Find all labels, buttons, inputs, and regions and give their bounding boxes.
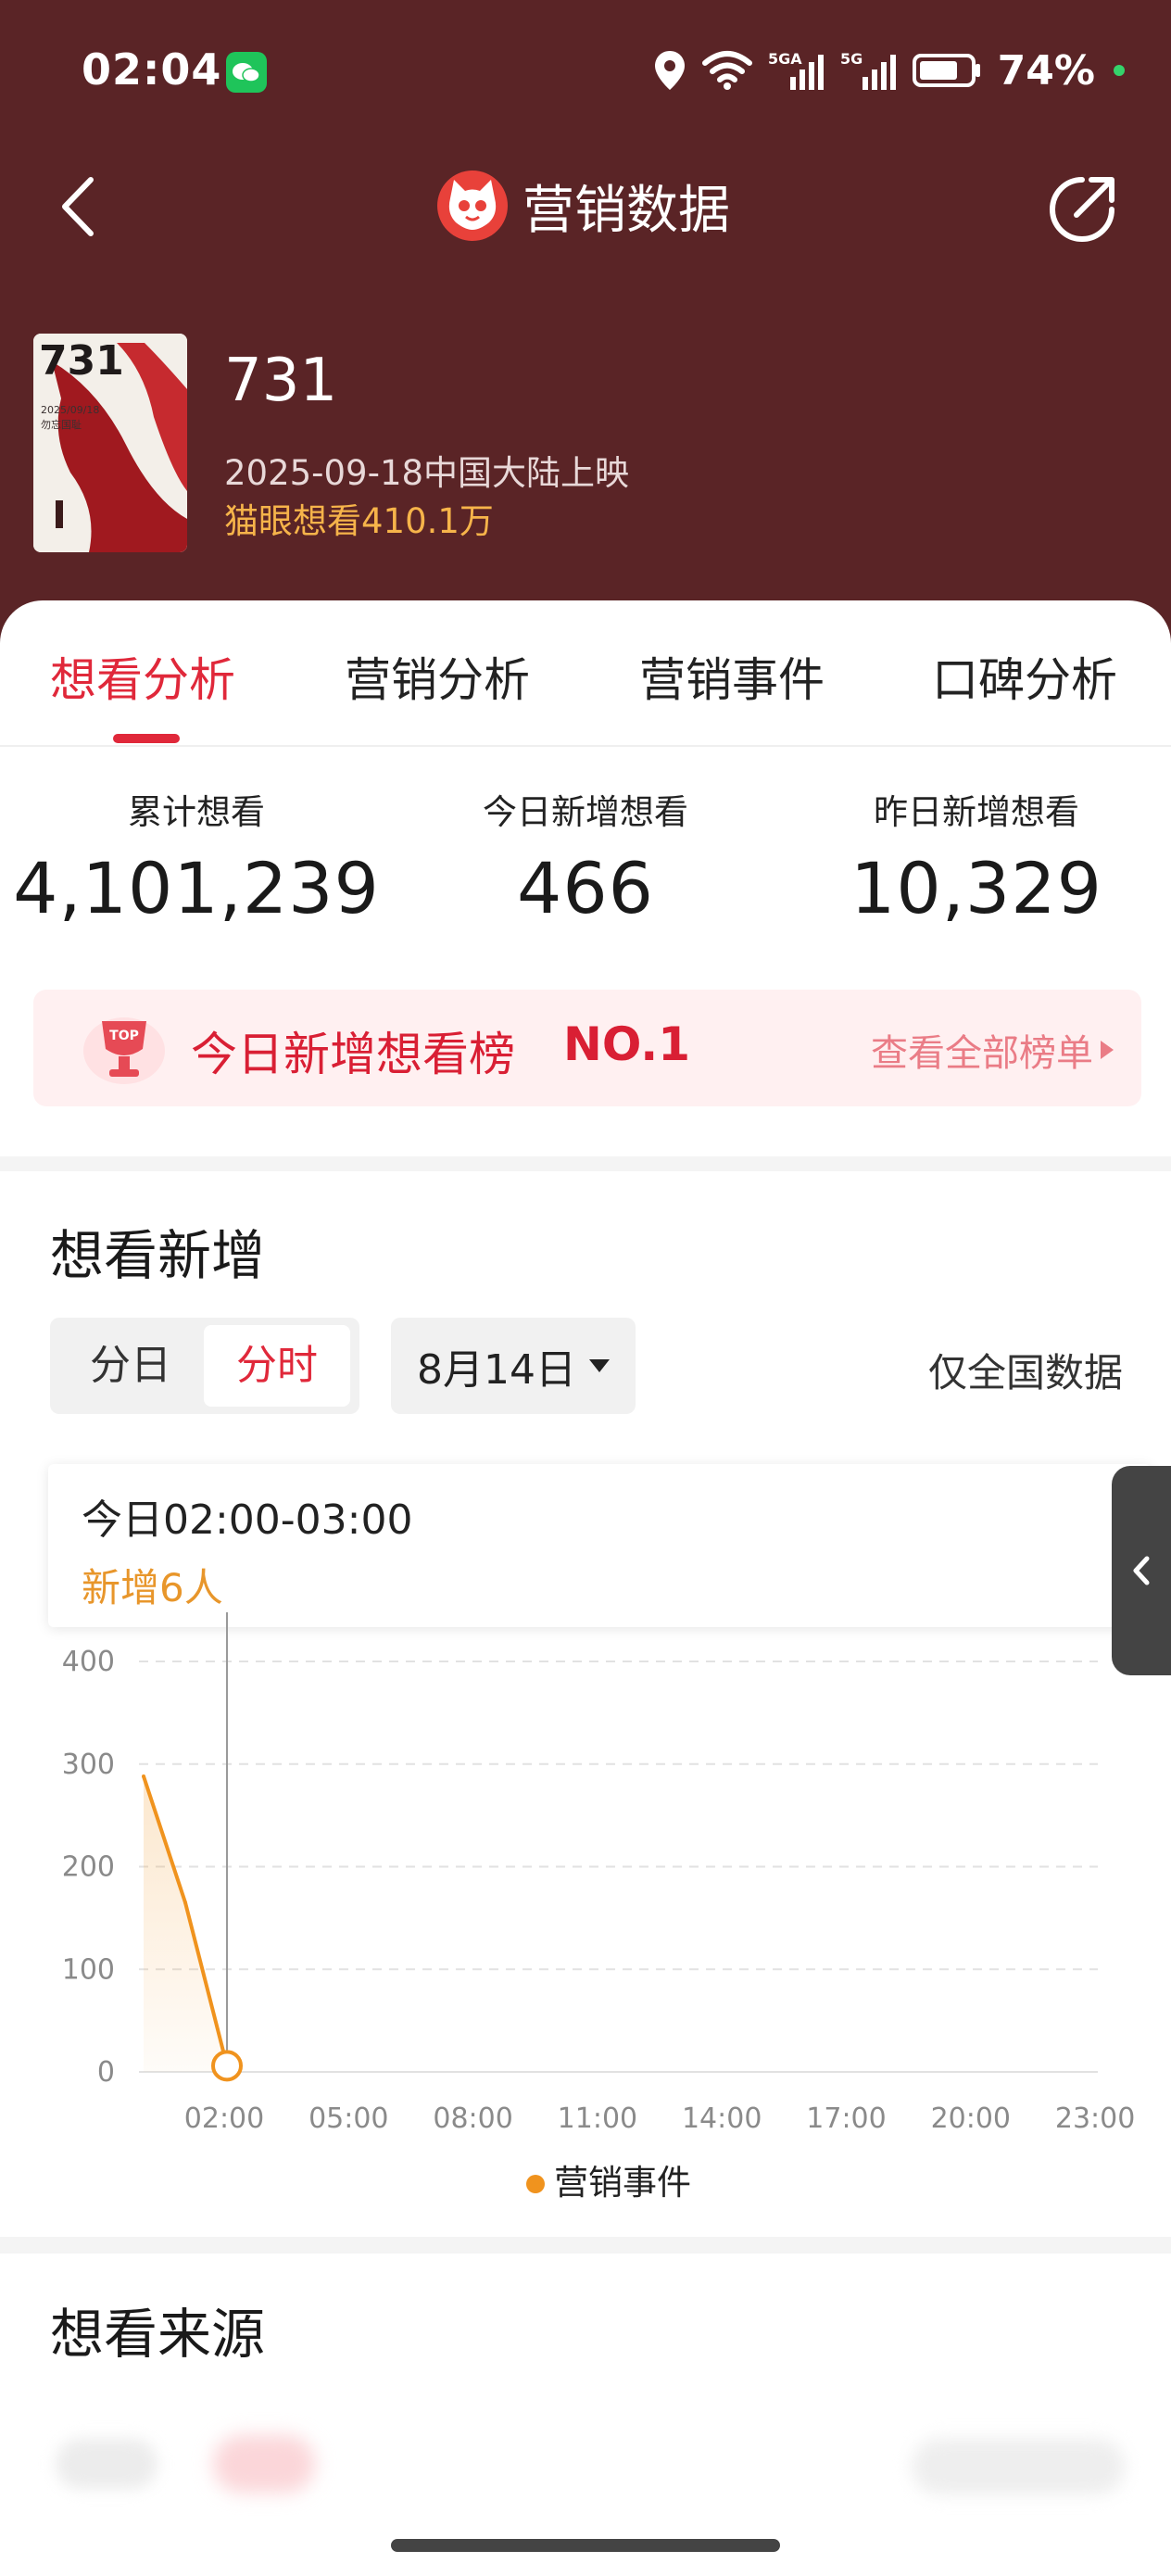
x-tick-label: 20:00 <box>931 2102 1011 2135</box>
section-title: 想看来源 <box>50 2303 266 2366</box>
movie-title: 731 <box>224 347 338 415</box>
ranking-banner[interactable]: TOP 今日新增想看榜 NO.1 查看全部榜单 <box>33 990 1141 1106</box>
triangle-right-icon <box>1101 1041 1114 1059</box>
stat-yesterday-new-want: 昨日新增想看 10,329 <box>791 784 1162 929</box>
movie-want-count: 猫眼想看410.1万 <box>224 501 494 541</box>
trophy-badge: TOP <box>109 1029 139 1043</box>
stat-total-want: 累计想看 4,101,239 <box>11 784 382 929</box>
blurred-content <box>56 2439 157 2489</box>
analysis-card: 想看分析 营销分析 营销事件 口碑分析 累计想看 4,101,239 今日新增想… <box>0 600 1171 1156</box>
x-tick-label: 17:00 <box>806 2102 886 2135</box>
data-point <box>183 1900 187 1905</box>
stat-value: 10,329 <box>850 847 1102 929</box>
data-point <box>142 1774 145 1779</box>
back-button[interactable] <box>52 174 107 239</box>
view-all-rankings-label: 查看全部榜单 <box>871 1032 1093 1075</box>
svg-text:5G: 5G <box>840 50 863 68</box>
signal-5g-icon: 5G <box>840 50 896 90</box>
maoyan-cat-logo <box>437 170 508 241</box>
share-button[interactable] <box>1045 172 1119 246</box>
blurred-content <box>213 2435 315 2493</box>
data-point-selected <box>211 2050 243 2082</box>
granularity-toggle: 分日 分时 <box>50 1318 359 1414</box>
ranking-title: 今日新增想看榜 <box>191 1028 515 1081</box>
tab-reputation-analysis[interactable]: 口碑分析 <box>932 643 1117 710</box>
x-tick-label: 14:00 <box>682 2102 762 2135</box>
x-tick-label: 05:00 <box>308 2102 388 2135</box>
status-icons: 5GA 5G 74% <box>653 43 1125 98</box>
trophy-icon: TOP <box>83 1017 165 1084</box>
hourly-want-chart: 400 300 200 100 0 02:00 05:00 08:00 11:00 14:00 17… <box>62 1612 1135 2203</box>
stat-label: 昨日新增想看 <box>874 792 1079 832</box>
battery-icon <box>912 54 980 87</box>
poster-title: 731 <box>39 337 124 385</box>
section-title: 想看新增 <box>50 1224 266 1287</box>
nav-title-group: 营销数据 <box>435 169 730 243</box>
blurred-content <box>912 2439 1125 2494</box>
x-tick-label: 23:00 <box>1055 2102 1135 2135</box>
location-icon <box>654 51 685 90</box>
ranking-number: NO.1 <box>563 1017 691 1071</box>
y-tick-label: 200 <box>62 1851 115 1884</box>
stat-value: 4,101,239 <box>13 847 380 929</box>
wifi-icon <box>701 51 752 90</box>
wechat-icon <box>226 52 267 93</box>
tab-indicator <box>113 734 180 743</box>
nav-bar: 营销数据 <box>0 148 1171 259</box>
chevron-left-icon <box>62 177 94 236</box>
x-tick-label: 08:00 <box>433 2102 512 2135</box>
y-tick-label: 0 <box>97 2056 115 2089</box>
data-scope-label: 仅全国数据 <box>927 1350 1123 1395</box>
charging-dot <box>1114 65 1125 76</box>
view-all-rankings-link[interactable]: 查看全部榜单 <box>871 1023 1114 1077</box>
tab-marketing-events[interactable]: 营销事件 <box>639 643 825 710</box>
tooltip-count: 新增6人 <box>82 1565 223 1610</box>
svg-text:5GA: 5GA <box>768 50 802 68</box>
battery-percent: 74% <box>997 46 1095 95</box>
share-arrow-icon <box>1050 177 1114 242</box>
page-title: 营销数据 <box>523 180 730 241</box>
toggle-hourly[interactable]: 分时 <box>204 1325 350 1407</box>
date-dropdown[interactable]: 8月14日 <box>391 1318 636 1414</box>
tab-bar: 想看分析 营销分析 营销事件 口碑分析 <box>0 600 1171 747</box>
y-tick-label: 100 <box>62 1953 115 1986</box>
caret-down-icon <box>588 1359 610 1372</box>
toggle-daily[interactable]: 分日 <box>57 1325 204 1407</box>
date-value: 8月14日 <box>417 1346 576 1394</box>
movie-release-date: 2025-09-18中国大陆上映 <box>224 453 630 493</box>
poster-date: 2025/09/18 <box>41 404 99 416</box>
x-tick-label: 11:00 <box>558 2102 637 2135</box>
tooltip-time: 今日02:00-03:00 <box>82 1496 413 1544</box>
stat-value: 466 <box>516 847 655 929</box>
y-tick-label: 300 <box>62 1749 115 1781</box>
home-indicator <box>391 2539 780 2552</box>
status-time: 02:04 <box>82 44 222 95</box>
stat-today-new-want: 今日新增想看 466 <box>400 784 771 929</box>
series-area <box>144 1776 227 2072</box>
stat-label: 累计想看 <box>128 792 265 832</box>
status-bar: 02:04 5GA 5G 74% <box>0 0 1171 139</box>
legend-marker <box>526 2175 545 2193</box>
movie-info: 731 2025/09/18 勿忘国耻 731 2025-09-18中国大陆上映… <box>33 334 1145 556</box>
stat-label: 今日新增想看 <box>483 792 688 832</box>
poster-tagline: 勿忘国耻 <box>41 418 82 431</box>
legend-label: 营销事件 <box>554 2163 691 2203</box>
y-tick-label: 400 <box>62 1646 115 1678</box>
tab-want-analysis[interactable]: 想看分析 <box>50 643 235 710</box>
tab-marketing-analysis[interactable]: 营销分析 <box>345 643 530 710</box>
movie-poster[interactable]: 731 2025/09/18 勿忘国耻 <box>33 334 187 552</box>
want-source-section: 想看来源 <box>0 2254 1171 2576</box>
chart-tooltip: 今日02:00-03:00 新增6人 <box>48 1464 1151 1627</box>
x-tick-label: 02:00 <box>184 2102 264 2135</box>
signal-5ga-icon: 5GA <box>768 50 824 90</box>
